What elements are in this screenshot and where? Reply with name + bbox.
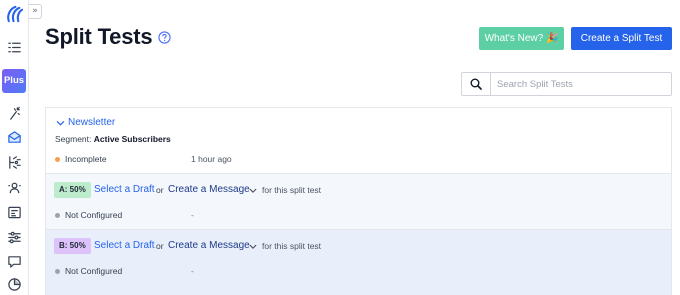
split-test-header: Newsletter Segment: Active Subscribers I… — [46, 108, 671, 173]
sidebar-collapse-button[interactable]: » — [29, 4, 42, 19]
create-message-dropdown-b[interactable]: Create a Message — [168, 240, 250, 251]
search-input[interactable] — [492, 73, 670, 95]
search-icon — [470, 78, 482, 90]
variant-b-row: B: 50% Select a Draft or Create a Messag… — [46, 229, 671, 295]
split-test-card: Newsletter Segment: Active Subscribers I… — [45, 107, 672, 295]
create-split-test-button[interactable]: Create a Split Test — [571, 27, 672, 50]
envelope-icon[interactable] — [7, 130, 22, 145]
variant-suffix-text: for this split test — [262, 185, 322, 195]
status-dot — [55, 157, 60, 162]
segment-value: Active Subscribers — [93, 134, 171, 144]
help-icon[interactable] — [158, 31, 171, 44]
search-button[interactable] — [462, 73, 491, 95]
status-dot — [55, 213, 60, 218]
select-draft-link-a[interactable]: Select a Draft — [94, 184, 155, 195]
status-text: Incomplete — [65, 154, 107, 164]
magic-wand-icon[interactable] — [7, 106, 22, 121]
segment-info: Segment: Active Subscribers — [55, 134, 171, 144]
variant-b-dash: - — [191, 266, 194, 276]
select-draft-link-b[interactable]: Select a Draft — [94, 240, 155, 251]
sliders-icon[interactable] — [7, 230, 22, 245]
variant-suffix-text: for this split test — [262, 241, 322, 251]
split-test-name[interactable]: Newsletter — [68, 117, 115, 128]
contacts-icon[interactable] — [7, 180, 22, 195]
variant-b-badge: B: 50% — [54, 238, 91, 254]
app-logo[interactable] — [5, 5, 24, 24]
page-title: Split Tests — [45, 24, 153, 49]
segment-label: Segment: — [55, 134, 92, 144]
plus-badge[interactable]: Plus — [2, 69, 26, 93]
search-box — [461, 72, 672, 96]
chat-icon[interactable] — [7, 254, 22, 269]
chevron-down-icon[interactable] — [249, 187, 257, 195]
form-icon[interactable] — [7, 205, 22, 220]
chevron-down-icon[interactable] — [56, 119, 65, 128]
status-dot — [55, 269, 60, 274]
variant-a-badge: A: 50% — [54, 182, 91, 198]
create-message-dropdown-a[interactable]: Create a Message — [168, 184, 250, 195]
timestamp: 1 hour ago — [191, 154, 232, 164]
variant-b-status: Not Configured — [65, 266, 123, 276]
or-text: or — [156, 241, 164, 251]
split-icon[interactable] — [7, 155, 22, 170]
sidebar: Plus — [0, 0, 29, 295]
list-icon[interactable] — [7, 40, 22, 55]
variant-a-dash: - — [191, 210, 194, 220]
variant-a-status: Not Configured — [65, 210, 123, 220]
or-text: or — [156, 185, 164, 195]
variant-a-row: A: 50% Select a Draft or Create a Messag… — [46, 173, 671, 229]
chevron-down-icon[interactable] — [249, 243, 257, 251]
chart-pie-icon[interactable] — [7, 277, 22, 292]
whats-new-button[interactable]: What's New? 🎉 — [479, 27, 564, 50]
